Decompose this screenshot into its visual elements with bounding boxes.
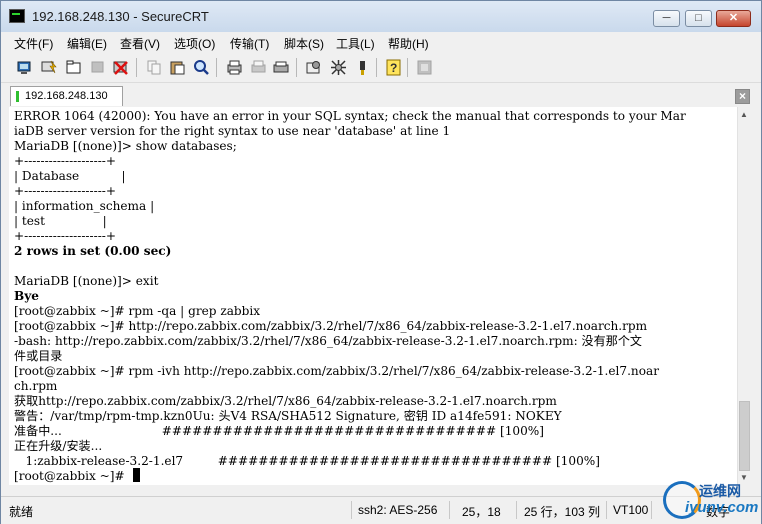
session-tab-label: 192.168.248.130 [25,90,108,102]
watermark-text-cn: 运维网 [699,483,741,499]
securecrt-window: 192.168.248.130 - SecureCRT ─ □ ✕ 文件(F) … [0,0,762,524]
watermark-text-url: iyunv.com [685,499,759,516]
maximize-button[interactable]: □ [685,10,712,27]
menu-file[interactable]: 文件(F) [14,35,53,52]
terminal-line: +--------------------+ [14,154,116,168]
session-tab[interactable]: 192.168.248.130 [10,86,123,106]
toolbar: ? [1,53,761,83]
status-cursor-position: 25，18 [462,505,501,519]
disconnect-icon[interactable] [112,59,129,76]
menu-view[interactable]: 查看(V) [120,35,160,52]
keymap-icon[interactable] [354,59,371,76]
menu-tools[interactable]: 工具(L) [336,35,375,52]
terminal-line: 获取http://repo.zabbix.com/zabbix/3.2/rhel… [14,394,557,408]
terminal-cursor [133,468,140,482]
terminal-output[interactable]: ERROR 1064 (42000): You have an error in… [9,107,737,485]
menu-script[interactable]: 脚本(S) [284,35,324,52]
connected-status-icon [16,91,19,102]
print-selection-icon[interactable] [250,59,267,76]
terminal-line: MariaDB [(none)]> exit [14,274,159,288]
menu-options[interactable]: 选项(O) [174,35,215,52]
minimize-button[interactable]: ─ [653,10,680,27]
window-title: 192.168.248.130 - SecureCRT [32,9,209,24]
scrollbar-thumb[interactable] [739,401,750,471]
global-options-icon[interactable] [330,59,347,76]
help-icon[interactable]: ? [385,59,402,76]
terminal-line: +--------------------+ [14,184,116,198]
connect-tab-icon[interactable] [65,59,82,76]
menu-edit[interactable]: 编辑(E) [67,35,107,52]
terminal-line: Bye [14,289,39,303]
status-bar: 就绪 ssh2: AES-256 25，18 25 行，103 列 VT100 … [1,496,761,524]
menu-transfer[interactable]: 传输(T) [230,35,269,52]
terminal-line: MariaDB [(none)]> show databases; [14,139,237,153]
terminal-line: [root@zabbix ~]# rpm -ivh http://repo.za… [14,364,659,378]
terminal-lines: ERROR 1064 (42000): You have an error in… [14,109,686,484]
title-bar[interactable]: 192.168.248.130 - SecureCRT ─ □ ✕ [1,1,761,32]
menu-help[interactable]: 帮助(H) [388,35,429,52]
session-options-icon[interactable] [305,59,322,76]
terminal-line: | information_schema | [14,199,155,213]
print-setup-icon[interactable] [273,59,290,76]
menu-bar: 文件(F) 编辑(E) 查看(V) 选项(O) 传输(T) 脚本(S) 工具(L… [1,32,761,53]
terminal-line: 警告：/var/tmp/rpm-tmp.kzn0Uu: 头V4 RSA/SHA5… [14,409,562,423]
site-watermark: 运维网 iyunv.com [657,479,762,523]
terminal-line: -bash: http://repo.zabbix.com/zabbix/3.2… [14,334,643,348]
scroll-up-icon[interactable]: ▲ [740,110,748,119]
terminal-line: 1:zabbix-release-3.2-1.el7 #############… [14,454,600,468]
terminal-line: ch.rpm [14,379,58,393]
find-icon[interactable] [193,59,210,76]
terminal-line: [root@zabbix ~]# rpm -qa | grep zabbix [14,304,261,318]
terminal-line: 件或目录 [14,349,63,363]
close-button[interactable]: ✕ [716,10,751,27]
terminal-line: [root@zabbix ~]# http://repo.zabbix.com/… [14,319,648,333]
print-icon[interactable] [226,59,243,76]
close-tab-icon[interactable]: × [735,89,750,104]
terminal-scrollbar[interactable]: ▲ ▼ [737,107,751,485]
paste-icon[interactable] [169,59,186,76]
copy-icon[interactable] [146,59,163,76]
terminal-line: [root@zabbix ~]# [14,469,129,483]
terminal-line: +--------------------+ [14,229,116,243]
terminal-line: ERROR 1064 (42000): You have an error in… [14,109,686,123]
session-tab-strip: 192.168.248.130 × [1,83,761,107]
connect-icon[interactable] [16,59,33,76]
svg-text:?: ? [390,61,397,75]
quick-connect-icon[interactable] [41,59,58,76]
terminal-line: 2 rows in set (0.00 sec) [14,244,172,258]
status-terminal-size: 25 行，103 列 [524,505,601,519]
status-cipher: ssh2: AES-256 [358,503,438,517]
reconnect-icon[interactable] [89,59,106,76]
status-ready: 就绪 [9,505,34,519]
terminal-line: | Database | [14,169,126,183]
terminal-line: iaDB server version for the right syntax… [14,124,451,138]
terminal-line: 准备中... #################################… [14,424,545,438]
status-terminal-type: VT100 [613,503,649,517]
terminal-line: 正在升级/安装... [14,439,103,453]
sftp-icon[interactable] [416,59,433,76]
securecrt-app-icon[interactable] [9,9,25,23]
terminal-line: | test | [14,214,107,228]
